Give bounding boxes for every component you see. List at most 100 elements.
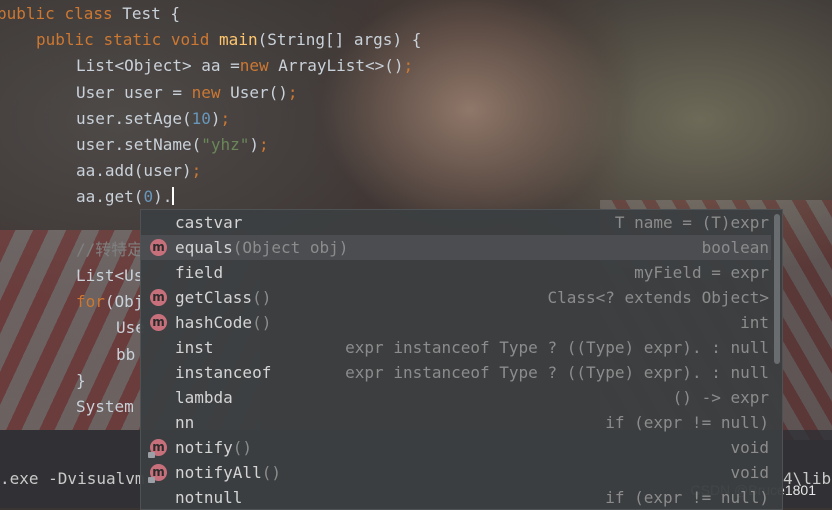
code-token: class xyxy=(64,4,123,23)
completion-item-instanceof[interactable]: instanceof expr instanceof Type ? ((Type)… xyxy=(141,360,771,385)
code-line[interactable]: } xyxy=(76,368,86,394)
code-token: user.setName( xyxy=(76,135,202,154)
terminal-output-line: .exe -Dvisualvm xyxy=(0,469,145,488)
code-line[interactable]: //转特定 xyxy=(76,237,143,263)
completion-item-castvar[interactable]: castvar T name = (T)expr xyxy=(141,210,771,235)
completion-item-name: notifyAll() xyxy=(175,460,281,485)
completion-item-notifyall[interactable]: m notifyAll() void xyxy=(141,460,771,485)
completion-item-name: instanceof xyxy=(175,360,271,385)
completion-item-label: inst xyxy=(175,338,214,357)
completion-item-lambda[interactable]: lambda () -> expr xyxy=(141,385,771,410)
code-line[interactable]: user.setAge(10); xyxy=(76,106,230,132)
code-token: aa.add(user) xyxy=(76,161,192,181)
code-token: new xyxy=(239,56,279,76)
completion-item-label: lambda xyxy=(175,388,233,407)
code-line[interactable]: System xyxy=(76,394,134,420)
completion-item-hint: boolean xyxy=(701,238,769,257)
completion-item-label: notnull xyxy=(175,488,243,507)
code-token: ). xyxy=(153,187,173,207)
code-token: System xyxy=(76,397,134,416)
completion-item-getclass[interactable]: m getClass() Class<? extends Object> xyxy=(141,285,771,310)
completion-item-label: getClass xyxy=(175,288,253,307)
code-line[interactable]: List<Object> aa =new ArrayList<>(); xyxy=(76,53,413,79)
code-token: User user = xyxy=(76,82,192,102)
completion-item-inst[interactable]: inst expr instanceof Type ? ((Type) expr)… xyxy=(141,335,771,360)
code-token: ; xyxy=(259,135,269,154)
code-token: bb xyxy=(116,344,136,364)
completion-item-label: equals xyxy=(175,238,233,257)
completion-scrollbar[interactable] xyxy=(774,214,780,364)
completion-item-field[interactable]: field myField = expr xyxy=(141,260,771,285)
method-icon: m xyxy=(150,239,167,256)
code-token: ; xyxy=(403,56,414,76)
code-token: ) xyxy=(210,108,221,128)
code-line[interactable]: User user = new User(); xyxy=(76,80,298,106)
code-token: User() xyxy=(230,82,288,102)
completion-item-hint: myField = expr xyxy=(634,263,769,282)
code-token: ; xyxy=(287,82,298,102)
completion-item-params: () xyxy=(252,313,272,332)
code-line[interactable]: user.setName("yhz"); xyxy=(76,132,269,158)
code-token: (String[] args) { xyxy=(257,30,422,50)
code-line[interactable]: aa.get(0). xyxy=(76,184,175,210)
completion-item-hint: if (expr != null) xyxy=(605,413,769,432)
code-token: ; xyxy=(220,108,231,128)
completion-item-name: getClass() xyxy=(175,285,271,310)
completion-item-hint: expr instanceof Type ? ((Type) expr). : … xyxy=(345,363,769,382)
completion-item-name: equals(Object obj) xyxy=(175,235,348,260)
method-icon: m xyxy=(150,289,167,306)
code-line[interactable]: public class Test { xyxy=(0,1,180,27)
code-line[interactable]: aa.add(user); xyxy=(76,158,201,184)
code-token: ; xyxy=(191,161,202,181)
code-line[interactable]: for(Obj xyxy=(76,289,143,315)
completion-item-hint: () -> expr xyxy=(672,388,769,407)
code-token: "yhz" xyxy=(201,135,250,154)
completion-item-label: hashCode xyxy=(175,313,253,332)
code-token: static xyxy=(103,30,171,50)
code-line[interactable]: List<Us xyxy=(76,263,143,289)
completion-item-params: (Object obj) xyxy=(232,238,349,257)
completion-item-params: () xyxy=(261,463,281,482)
completion-item-name: castvar xyxy=(175,210,242,235)
completion-item-nn[interactable]: nn if (expr != null) xyxy=(141,410,771,435)
completion-item-name: hashCode() xyxy=(175,310,271,335)
code-line[interactable]: bb xyxy=(116,342,135,368)
code-token: 0 xyxy=(143,187,154,207)
code-token: List<Us xyxy=(76,266,144,285)
completion-item-notnull[interactable]: notnull if (expr != null) xyxy=(141,485,771,509)
completion-item-label: notify xyxy=(175,438,233,457)
code-token: List<Object> aa = xyxy=(76,56,240,76)
code-token: main xyxy=(219,30,258,50)
completion-item-name: lambda xyxy=(175,385,233,410)
completion-item-hashcode[interactable]: m hashCode() int xyxy=(141,310,771,335)
completion-item-notify[interactable]: m notify() void xyxy=(141,435,771,460)
completion-item-hint: void xyxy=(730,463,769,482)
code-token: } xyxy=(76,370,86,390)
completion-item-hint: expr instanceof Type ? ((Type) expr). : … xyxy=(345,338,769,357)
completion-item-hint: void xyxy=(730,438,769,457)
method-icon: m xyxy=(148,464,167,483)
completion-item-hint: Class<? extends Object> xyxy=(547,288,769,307)
code-token: Test { xyxy=(122,4,181,23)
completion-item-params: () xyxy=(252,288,272,307)
completion-item-equals[interactable]: m equals(Object obj) boolean xyxy=(141,235,771,260)
method-icon: m xyxy=(150,314,167,331)
completion-item-label: instanceof xyxy=(175,363,272,382)
code-token: for xyxy=(76,292,105,312)
code-token: user.setAge( xyxy=(76,108,192,128)
code-token: public xyxy=(36,30,104,50)
code-token: public xyxy=(0,4,65,23)
code-token: void xyxy=(170,30,220,50)
code-token: new xyxy=(191,82,231,102)
completion-item-hint: if (expr != null) xyxy=(605,488,769,507)
code-token: ) xyxy=(249,135,260,154)
code-token: (Obj xyxy=(104,292,144,312)
completion-item-label: nn xyxy=(175,413,195,432)
code-token: ArrayList<>() xyxy=(278,56,404,76)
code-line[interactable]: public static void main(String[] args) { xyxy=(36,27,421,53)
completion-item-params: () xyxy=(232,438,253,457)
code-completion-popup[interactable]: castvar T name = (T)expr m equals(Object ob… xyxy=(140,209,783,510)
completion-item-label: castvar xyxy=(175,213,243,232)
completion-item-name: nn xyxy=(175,410,194,435)
code-token: aa.get( xyxy=(76,187,144,207)
